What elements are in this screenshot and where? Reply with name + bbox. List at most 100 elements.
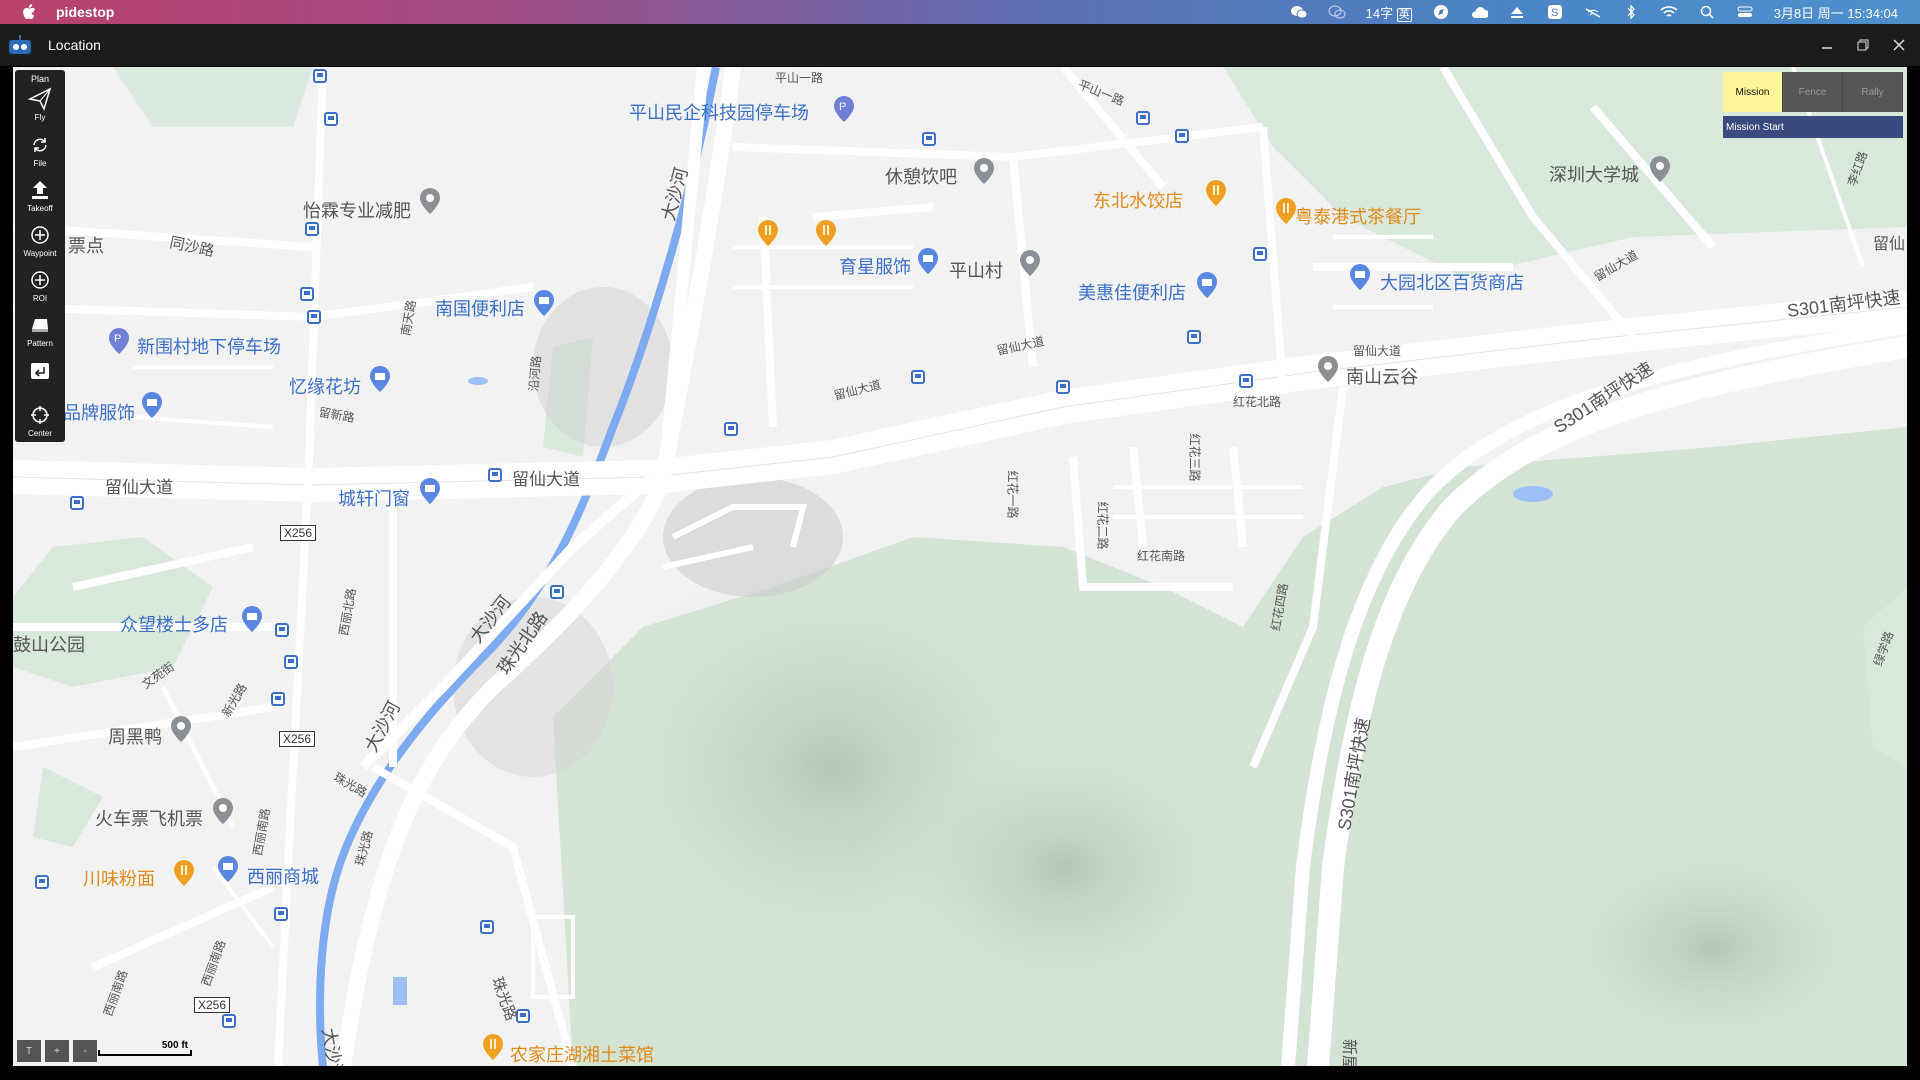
poi-label[interactable]: 川味粉面 [83,865,155,891]
restore-icon[interactable] [1852,34,1874,56]
location-pin-icon[interactable] [212,797,234,825]
poi-label[interactable]: 育星服饰 [839,253,911,279]
poi-label[interactable]: 火车票飞机票 [95,805,203,831]
chat-icon[interactable] [1328,4,1346,20]
poi-label[interactable]: 东北水饺店 [1093,187,1183,213]
bus-stop-icon[interactable] [480,920,494,934]
bus-stop-icon[interactable] [222,1014,236,1028]
bus-stop-icon[interactable] [488,468,502,482]
bus-stop-icon[interactable] [300,287,314,301]
location-pin-icon[interactable] [170,715,192,743]
bus-stop-icon[interactable] [324,112,338,126]
restaurant-pin-icon[interactable] [815,219,837,247]
location-pin-icon[interactable] [1649,155,1671,183]
bus-stop-icon[interactable] [271,692,285,706]
poi-label[interactable]: 南国便利店 [435,295,525,321]
poi-label[interactable]: 周黑鸭 [108,723,162,749]
poi-label[interactable]: 西丽商城 [247,863,319,889]
bus-stop-icon[interactable] [1253,247,1267,261]
shop-pin-icon[interactable] [241,605,263,633]
parking-pin-icon[interactable]: P [108,327,130,355]
tool-takeoff[interactable]: Takeoff [15,177,65,221]
bus-stop-icon[interactable] [1136,111,1150,125]
tool-return[interactable] [15,357,65,401]
wifi-icon[interactable] [1660,4,1678,20]
bus-stop-icon[interactable] [1175,129,1189,143]
poi-label[interactable]: 城轩门窗 [338,485,410,511]
poi-label[interactable]: 粤泰港式茶餐厅 [1295,203,1421,229]
bus-stop-icon[interactable] [313,69,327,83]
tool-pattern[interactable]: Pattern [15,312,65,356]
mute-icon[interactable] [1584,4,1602,20]
tab-rally[interactable]: Rally [1843,72,1903,112]
shop-pin-icon[interactable] [419,477,441,505]
poi-label[interactable]: 忆缘花坊 [289,373,361,399]
tool-file[interactable]: File [15,132,65,176]
bus-stop-icon[interactable] [724,422,738,436]
zoom-in-button[interactable]: + [45,1040,69,1062]
app-menu-name[interactable]: pidestop [56,4,114,20]
bus-stop-icon[interactable] [1187,330,1201,344]
eject-icon[interactable] [1508,4,1526,20]
bus-stop-icon[interactable] [275,623,289,637]
bus-stop-icon[interactable] [305,222,319,236]
bus-stop-icon[interactable] [1056,380,1070,394]
bus-stop-icon[interactable] [274,907,288,921]
poi-label[interactable]: 南山云谷 [1346,363,1418,389]
poi-label[interactable]: 鼓山公园 [13,631,85,657]
restaurant-pin-icon[interactable] [173,859,195,887]
apple-icon[interactable] [20,3,38,21]
tool-fly[interactable]: Fly [15,86,65,130]
map-view[interactable]: 平山民企科技园停车场 休憩饮吧 东北水饺店 粤泰港式茶餐厅 深圳大学城 怡霖专业… [13,67,1907,1066]
restaurant-pin-icon[interactable] [1275,197,1297,225]
poi-label[interactable]: 怡霖专业减肥 [303,197,411,223]
bus-stop-icon[interactable] [550,585,564,599]
poi-label[interactable]: 休憩饮吧 [885,163,957,189]
restaurant-pin-icon[interactable] [757,219,779,247]
mission-start-item[interactable]: Mission Start [1723,116,1903,138]
parking-pin-icon[interactable]: P [833,95,855,123]
bus-stop-icon[interactable] [70,496,84,510]
shop-pin-icon[interactable] [1349,263,1371,291]
compass-icon[interactable] [1432,4,1450,20]
bus-stop-icon[interactable] [1239,374,1253,388]
poi-label[interactable]: 票点 [68,232,104,258]
minimize-icon[interactable] [1816,34,1838,56]
tool-center[interactable]: Center [15,402,65,446]
poi-label[interactable]: 农家庄湖湘土菜馆 [510,1041,654,1066]
cloud-icon[interactable] [1470,4,1488,20]
poi-label[interactable]: 平山民企科技园停车场 [629,99,809,125]
bus-stop-icon[interactable] [284,655,298,669]
poi-label[interactable]: 平山村 [949,257,1003,283]
datetime[interactable]: 3月8日 周一 15:34:04 [1774,3,1898,22]
shop-pin-icon[interactable] [369,365,391,393]
bluetooth-icon[interactable] [1622,4,1640,20]
poi-label[interactable]: 深圳大学城 [1549,161,1639,187]
poi-label[interactable]: 大园北区百货商店 [1380,269,1524,295]
ime-indicator[interactable]: 14字 英 [1366,3,1412,22]
location-pin-icon[interactable] [1019,249,1041,277]
tab-fence[interactable]: Fence [1783,72,1843,112]
shop-pin-icon[interactable] [141,391,163,419]
bus-stop-icon[interactable] [35,875,49,889]
location-pin-icon[interactable] [973,157,995,185]
shop-pin-icon[interactable] [1196,271,1218,299]
tool-waypoint[interactable]: Waypoint [15,222,65,266]
bus-stop-icon[interactable] [516,1009,530,1023]
search-icon[interactable] [1698,4,1716,20]
bus-stop-icon[interactable] [307,310,321,324]
tab-mission[interactable]: Mission [1723,72,1783,112]
location-pin-icon[interactable] [419,187,441,215]
poi-label[interactable]: 美惠佳便利店 [1078,279,1186,305]
close-icon[interactable] [1888,34,1910,56]
location-pin-icon[interactable] [1317,355,1339,383]
shop-pin-icon[interactable] [917,247,939,275]
bus-stop-icon[interactable] [911,370,925,384]
poi-label[interactable]: 品牌服饰 [63,399,135,425]
poi-label[interactable]: 新围村地下停车场 [137,333,281,359]
shop-pin-icon[interactable] [533,289,555,317]
bus-stop-icon[interactable] [922,132,936,146]
poi-label[interactable]: 众望楼士多店 [120,611,228,637]
shop-pin-icon[interactable] [217,855,239,883]
sync-app-icon[interactable]: S [1546,4,1564,20]
